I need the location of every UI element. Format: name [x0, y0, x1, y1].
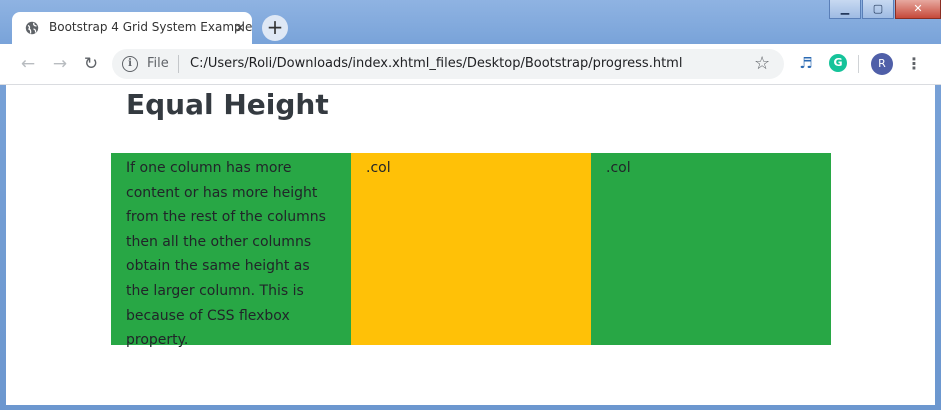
- back-arrow-icon[interactable]: ←: [17, 53, 39, 75]
- column-3-text: .col: [606, 160, 631, 176]
- url-text[interactable]: C:/Users/Roli/Downloads/index.xhtml_file…: [190, 56, 682, 71]
- extension-icon[interactable]: ♬: [797, 54, 815, 72]
- window-controls: ▁ ▢ ✕: [828, 0, 941, 19]
- file-label: File: [147, 56, 169, 71]
- reload-icon[interactable]: ↻: [80, 53, 102, 75]
- column-1-text: If one column has more content or has mo…: [126, 160, 326, 349]
- grid-column-1: If one column has more content or has mo…: [111, 153, 351, 349]
- tab-title: Bootstrap 4 Grid System Example: [49, 20, 253, 34]
- page-viewport: Equal Height If one column has more cont…: [6, 85, 935, 405]
- star-icon[interactable]: ☆: [754, 53, 770, 74]
- profile-avatar[interactable]: R: [871, 53, 893, 75]
- tab-close-icon[interactable]: ×: [231, 19, 249, 37]
- close-window-button[interactable]: ✕: [895, 0, 941, 19]
- globe-icon: [25, 21, 39, 35]
- maximize-button[interactable]: ▢: [862, 0, 894, 19]
- forward-arrow-icon[interactable]: →: [49, 53, 71, 75]
- page-heading: Equal Height: [126, 88, 329, 121]
- info-icon[interactable]: i: [122, 56, 138, 72]
- title-bar: Bootstrap 4 Grid System Example × + ▁ ▢ …: [0, 0, 941, 44]
- browser-tab[interactable]: Bootstrap 4 Grid System Example ×: [12, 12, 252, 44]
- grid-column-3: .col: [591, 153, 831, 345]
- browser-toolbar: ← → ↻ i File C:/Users/Roli/Downloads/ind…: [0, 44, 941, 85]
- grid-column-2: .col: [351, 153, 591, 345]
- minimize-button[interactable]: ▁: [829, 0, 861, 19]
- column-2-text: .col: [366, 160, 391, 176]
- more-vert-icon[interactable]: ⋮: [906, 53, 922, 75]
- new-tab-button[interactable]: +: [262, 15, 288, 41]
- toolbar-divider: [858, 55, 859, 73]
- address-separator: [178, 55, 179, 73]
- grammarly-icon[interactable]: G: [829, 54, 847, 72]
- address-bar[interactable]: i File C:/Users/Roli/Downloads/index.xht…: [112, 49, 784, 79]
- grid-row: If one column has more content or has mo…: [111, 153, 831, 349]
